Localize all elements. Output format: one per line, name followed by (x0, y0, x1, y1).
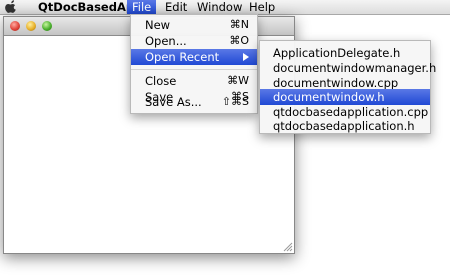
menubar-help[interactable]: Help (244, 0, 280, 14)
menu-item-open[interactable]: Open... ⌘O (131, 33, 257, 49)
menu-item-shortcut: ⌘W (227, 74, 249, 87)
menu-separator (131, 69, 257, 70)
menu-item-shortcut: ⌘N (229, 18, 249, 31)
menu-item-new[interactable]: New ⌘N (131, 17, 257, 33)
submenu-arrow-icon (243, 53, 249, 61)
resize-grip-icon[interactable] (281, 240, 293, 252)
menu-item-label: Open... (145, 34, 187, 48)
menubar-file[interactable]: File (127, 0, 157, 14)
menu-item-open-recent[interactable]: Open Recent (131, 49, 257, 65)
menu-item-shortcut: ⌘O (229, 34, 249, 47)
menu-item-label: Save As... (145, 95, 202, 109)
zoom-icon[interactable] (42, 21, 52, 31)
menu-item-shortcut: ⇧⌘S (221, 95, 249, 108)
close-icon[interactable] (10, 21, 20, 31)
minimize-icon[interactable] (26, 21, 36, 31)
menu-item-label: Close (145, 74, 177, 88)
menubar-edit[interactable]: Edit (160, 0, 192, 14)
recent-item[interactable]: ApplicationDelegate.h (260, 45, 430, 61)
apple-icon[interactable] (4, 0, 18, 14)
recent-item-selected[interactable]: documentwindow.h (260, 89, 430, 105)
menu-item-save-as[interactable]: Save As... ⇧⌘S (131, 94, 257, 110)
recent-item[interactable]: qtdocbasedapplication.h (260, 118, 430, 134)
recent-item[interactable]: documentwindowmanager.h (260, 60, 436, 76)
menu-item-close[interactable]: Close ⌘W (131, 73, 257, 89)
menubar-window[interactable]: Window (192, 0, 247, 14)
menu-item-label: New (145, 18, 171, 32)
menu-item-label: Open Recent (145, 50, 220, 64)
open-recent-submenu: ApplicationDelegate.h documentwindowmana… (259, 40, 436, 134)
menu-bar: QtDocBasedApp File Edit Window Help (0, 0, 450, 15)
